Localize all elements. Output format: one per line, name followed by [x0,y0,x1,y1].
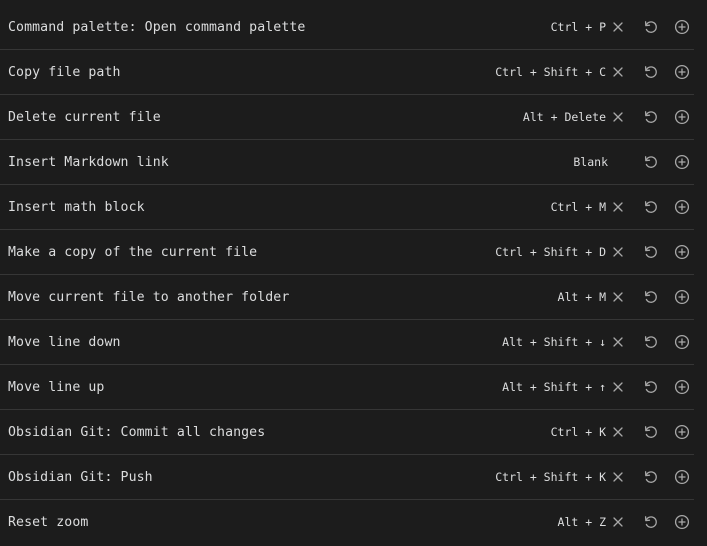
close-icon[interactable] [610,19,626,35]
hotkey-row: Delete current file Alt + Delete [0,95,694,140]
hotkey-label: Ctrl + Shift + C [495,65,606,79]
command-name: Move line up [8,379,105,395]
hotkey-label: Ctrl + M [550,200,606,214]
hotkey-list: Command palette: Open command palette Ctr… [0,5,694,544]
command-name: Make a copy of the current file [8,244,258,260]
command-name: Reset zoom [8,514,89,530]
hotkey-controls: Ctrl + M [551,185,694,229]
plus-circle-icon[interactable] [671,511,693,533]
plus-circle-icon[interactable] [671,16,693,38]
hotkey-row: Copy file path Ctrl + Shift + C [0,50,694,95]
hotkey-row: Insert math block Ctrl + M [0,185,694,230]
hotkey-controls: Blank [573,140,694,184]
plus-circle-icon[interactable] [671,151,693,173]
hotkey-controls: Ctrl + P [551,5,694,49]
plus-circle-icon[interactable] [671,61,693,83]
close-icon[interactable] [610,469,626,485]
hotkey-row: Command palette: Open command palette Ctr… [0,5,694,50]
reset-icon[interactable] [640,466,662,488]
plus-circle-icon[interactable] [671,376,693,398]
plus-circle-icon[interactable] [671,241,693,263]
hotkey-controls: Ctrl + Shift + C [495,50,694,94]
plus-circle-icon[interactable] [671,421,693,443]
reset-icon[interactable] [640,511,662,533]
plus-circle-icon[interactable] [671,106,693,128]
command-name: Move line down [8,334,121,350]
plus-circle-icon[interactable] [671,286,693,308]
hotkey-label: Alt + Z [557,515,606,529]
close-icon[interactable] [610,109,626,125]
command-name: Obsidian Git: Commit all changes [8,424,266,440]
hotkey-controls: Ctrl + Shift + K [495,455,694,499]
hotkey-label: Alt + Shift + ↑ [502,380,606,394]
close-icon[interactable] [610,424,626,440]
command-name: Obsidian Git: Push [8,469,153,485]
hotkey-row: Reset zoom Alt + Z [0,500,694,544]
hotkey-label: Ctrl + P [550,20,606,34]
command-name: Insert math block [8,199,145,215]
hotkey-label: Ctrl + K [550,425,606,439]
hotkey-controls: Alt + Shift + ↓ [502,320,694,364]
close-icon[interactable] [610,379,626,395]
plus-circle-icon[interactable] [671,196,693,218]
command-name: Insert Markdown link [8,154,169,170]
hotkey-row: Obsidian Git: Push Ctrl + Shift + K [0,455,694,500]
reset-icon[interactable] [640,61,662,83]
hotkey-label: Alt + Shift + ↓ [502,335,606,349]
close-icon[interactable] [610,334,626,350]
hotkey-controls: Ctrl + K [551,410,694,454]
hotkey-controls: Alt + Z [558,500,694,544]
hotkey-label: Blank [573,155,608,169]
hotkey-label: Ctrl + Shift + D [495,245,606,259]
close-icon[interactable] [610,244,626,260]
hotkey-row: Insert Markdown link Blank [0,140,694,185]
hotkey-controls: Alt + Delete [523,95,694,139]
hotkey-label: Alt + Delete [522,110,606,124]
hotkey-row: Move current file to another folder Alt +… [0,275,694,320]
close-icon[interactable] [610,64,626,80]
hotkey-label: Alt + M [557,290,606,304]
hotkey-controls: Alt + M [558,275,694,319]
reset-icon[interactable] [640,376,662,398]
command-name: Copy file path [8,64,121,80]
command-name: Command palette: Open command palette [8,19,306,35]
hotkey-controls: Alt + Shift + ↑ [502,365,694,409]
hotkey-label: Ctrl + Shift + K [495,470,606,484]
reset-icon[interactable] [640,106,662,128]
hotkey-row: Move line up Alt + Shift + ↑ [0,365,694,410]
reset-icon[interactable] [640,16,662,38]
reset-icon[interactable] [640,286,662,308]
reset-icon[interactable] [640,421,662,443]
command-name: Move current file to another folder [8,289,290,305]
reset-icon[interactable] [640,196,662,218]
plus-circle-icon[interactable] [671,466,693,488]
hotkey-controls: Ctrl + Shift + D [495,230,694,274]
close-icon[interactable] [610,199,626,215]
close-icon[interactable] [610,289,626,305]
plus-circle-icon[interactable] [671,331,693,353]
command-name: Delete current file [8,109,161,125]
reset-icon[interactable] [640,331,662,353]
hotkey-row: Obsidian Git: Commit all changes Ctrl + K [0,410,694,455]
hotkey-row: Move line down Alt + Shift + ↓ [0,320,694,365]
close-icon[interactable] [610,514,626,530]
hotkey-row: Make a copy of the current file Ctrl + Sh… [0,230,694,275]
reset-icon[interactable] [640,241,662,263]
reset-icon[interactable] [640,151,662,173]
